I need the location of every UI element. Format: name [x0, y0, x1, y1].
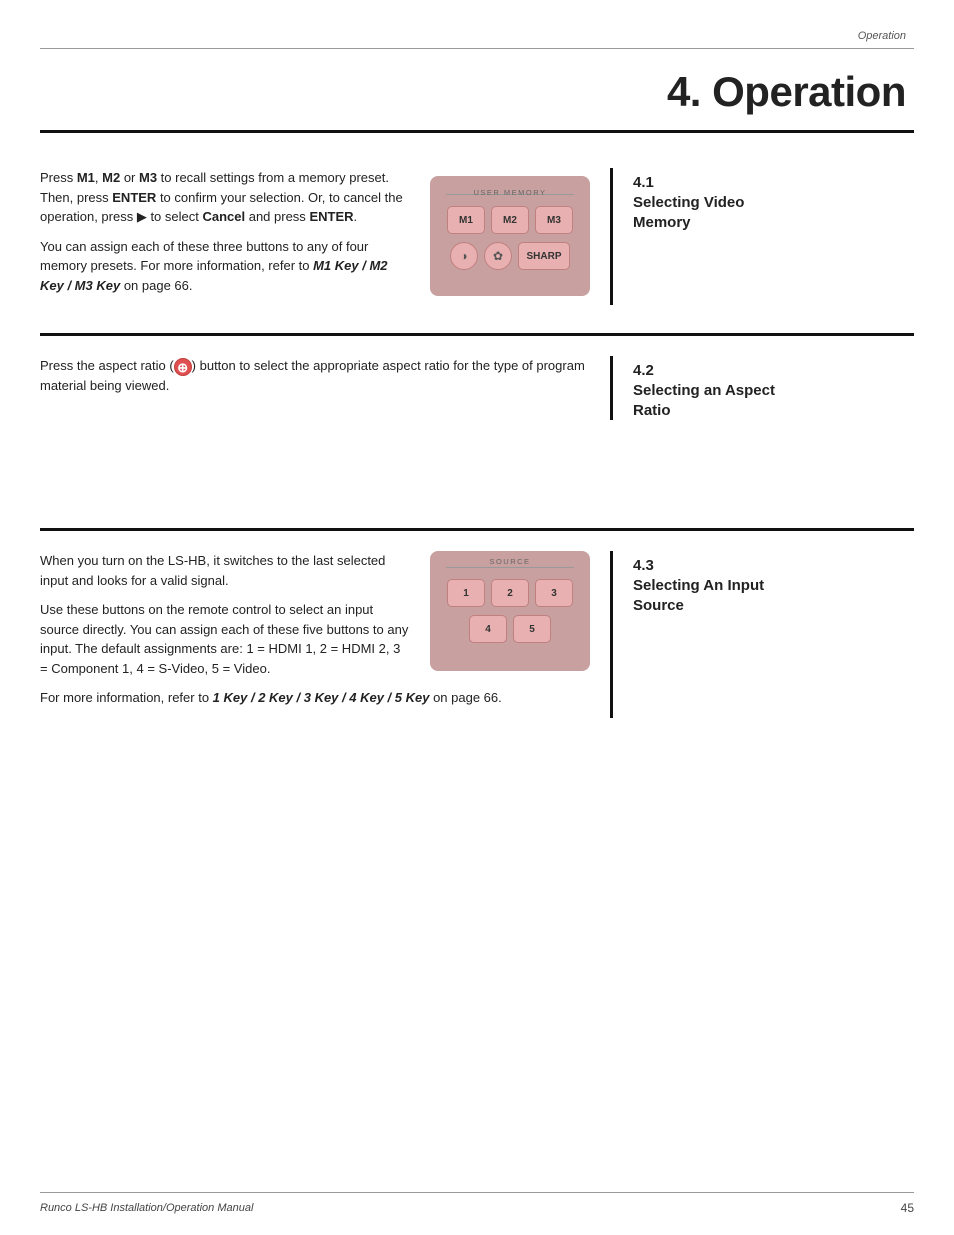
source-bracket	[446, 567, 574, 568]
chapter-title: 4. Operation	[667, 68, 906, 116]
section-4-2-title: Selecting an AspectRatio	[633, 381, 914, 420]
source-5-key: 5	[513, 615, 551, 643]
footer-page-number: 45	[901, 1201, 914, 1215]
m3-key: M3	[535, 206, 573, 234]
top-rule	[40, 48, 914, 49]
contrast-key: ◑	[450, 242, 478, 270]
section-4-2-body: Press the aspect ratio (⊕) button to sel…	[40, 356, 610, 420]
section-4-2: Press the aspect ratio (⊕) button to sel…	[40, 336, 914, 448]
sharp-key: SHARP	[518, 242, 570, 270]
source-4-key: 4	[469, 615, 507, 643]
section-4-1-num: 4.1	[633, 174, 914, 191]
m1-key: M1	[447, 206, 485, 234]
user-memory-label: USER MEMORY	[430, 188, 590, 197]
header-label: Operation	[858, 30, 906, 42]
chapter-rule	[40, 130, 914, 133]
section-4-2-sidebar: 4.2 Selecting an AspectRatio	[610, 356, 914, 420]
content-area: USER MEMORY M1 M2 M3 ◑ ✿ SHARP Press M1,…	[40, 148, 914, 1175]
section-4-3-sidebar: 4.3 Selecting An InputSource	[610, 551, 914, 718]
section-4-3-title: Selecting An InputSource	[633, 576, 914, 615]
section-4-2-para1: Press the aspect ratio (⊕) button to sel…	[40, 356, 590, 395]
section-4-1-body: USER MEMORY M1 M2 M3 ◑ ✿ SHARP Press M1,…	[40, 168, 610, 305]
section-4-3-para3: For more information, refer to 1 Key / 2…	[40, 688, 590, 708]
section-4-1: USER MEMORY M1 M2 M3 ◑ ✿ SHARP Press M1,…	[40, 148, 914, 333]
section-4-3-num: 4.3	[633, 557, 914, 574]
remote-source-image: SOURCE 1 2 3 4 5	[430, 551, 590, 671]
section-4-1-title: Selecting VideoMemory	[633, 193, 914, 232]
section-4-3-body: SOURCE 1 2 3 4 5 When you turn on the LS…	[40, 551, 610, 718]
footer-left: Runco LS-HB Installation/Operation Manua…	[40, 1202, 253, 1214]
source-2-key: 2	[491, 579, 529, 607]
spacer-4-2	[40, 448, 914, 528]
source-1-key: 1	[447, 579, 485, 607]
footer: Runco LS-HB Installation/Operation Manua…	[40, 1192, 914, 1215]
section-4-3: SOURCE 1 2 3 4 5 When you turn on the LS…	[40, 531, 914, 746]
source-3-key: 3	[535, 579, 573, 607]
brightness-key: ✿	[484, 242, 512, 270]
section-4-2-num: 4.2	[633, 362, 914, 379]
section-4-1-sidebar: 4.1 Selecting VideoMemory	[610, 168, 914, 305]
source-label: SOURCE	[430, 557, 590, 566]
m2-key: M2	[491, 206, 529, 234]
remote-memory-image: USER MEMORY M1 M2 M3 ◑ ✿ SHARP	[430, 176, 590, 296]
